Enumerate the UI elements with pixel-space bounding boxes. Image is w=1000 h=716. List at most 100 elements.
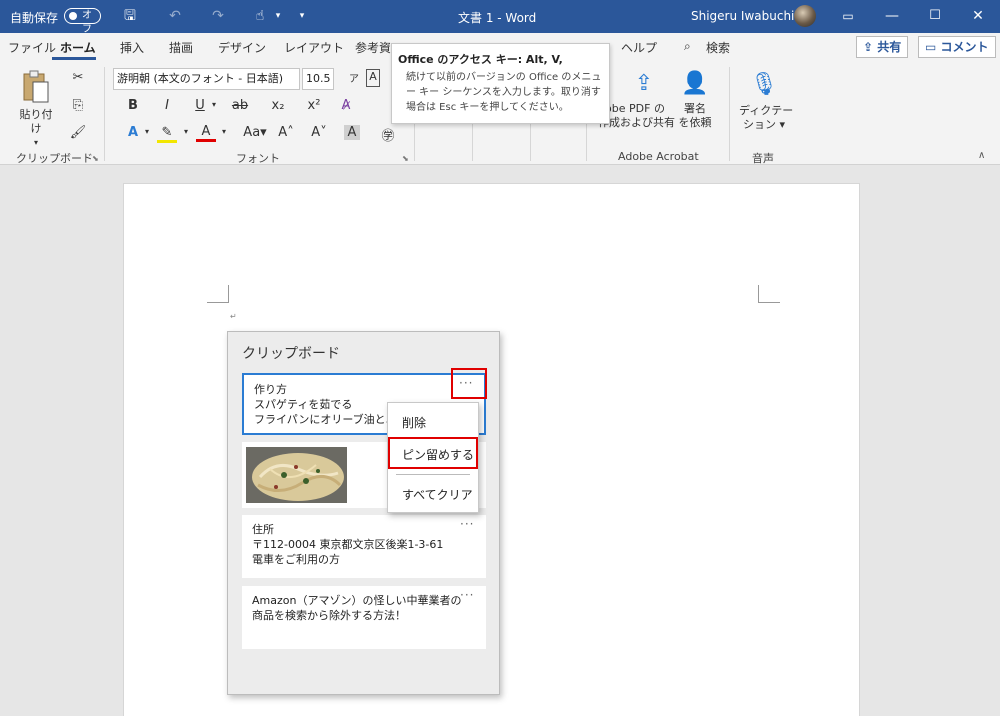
- clip-text: 電車をご利用の方: [252, 553, 340, 566]
- shrink-font-icon[interactable]: A˅: [309, 125, 329, 140]
- document-title: 文書 1 - Word: [458, 11, 537, 25]
- chevron-down-icon[interactable]: ▾: [268, 6, 288, 26]
- tab-insert[interactable]: 挿入: [120, 39, 144, 56]
- tab-help[interactable]: ヘルプ: [621, 39, 657, 56]
- tab-design[interactable]: デザイン: [218, 39, 266, 56]
- tab-references[interactable]: 参考資: [355, 39, 391, 56]
- request-signature-button[interactable]: 👤 署名 を依頼: [676, 70, 714, 130]
- tab-layout[interactable]: レイアウト: [284, 39, 344, 56]
- clip-text: 商品を検索から除外する方法！: [252, 609, 406, 622]
- margin-mark: [758, 285, 780, 303]
- share-icon: ⇪: [863, 40, 878, 54]
- font-size-combo[interactable]: 10.5: [302, 68, 334, 90]
- dictation-label-2: ション: [742, 118, 776, 131]
- signature-label-1: 署名: [684, 102, 706, 115]
- delete-menu-item[interactable]: 削除: [402, 414, 426, 431]
- italic-icon[interactable]: I: [157, 98, 177, 113]
- chevron-down-icon[interactable]: ▾: [137, 127, 157, 136]
- microphone-icon: 🎙: [750, 72, 778, 97]
- paste-button[interactable]: 貼り付け ▾: [16, 70, 56, 150]
- signature-icon: 👤: [681, 71, 709, 96]
- clip-text: 〒112-0004 東京都文京区後楽1-3-61: [252, 538, 444, 551]
- touch-mode-icon[interactable]: ☝: [250, 6, 270, 26]
- collapse-ribbon-icon[interactable]: ∧: [978, 150, 985, 161]
- font-color-icon[interactable]: A: [196, 124, 216, 142]
- save-icon[interactable]: 🖫: [120, 6, 140, 26]
- active-tab-indicator: [52, 57, 96, 60]
- superscript-icon[interactable]: x²: [304, 98, 324, 113]
- font-name-combo[interactable]: 游明朝 (本文のフォント - 日本語): [113, 68, 300, 90]
- chevron-down-icon[interactable]: ▾: [176, 127, 196, 136]
- paragraph-mark-icon: ↵: [230, 312, 237, 321]
- clip-text: 住所: [252, 523, 274, 536]
- dialog-launcher-icon[interactable]: ⬊: [92, 154, 99, 163]
- close-icon[interactable]: ✕: [968, 6, 988, 26]
- dictation-button[interactable]: 🎙 ディクテー ション ▾: [739, 70, 794, 132]
- highlight-icon[interactable]: ✎: [157, 125, 177, 143]
- search-label[interactable]: 検索: [706, 39, 730, 56]
- highlight-box: [451, 368, 487, 399]
- user-name[interactable]: Shigeru Iwabuchi: [691, 9, 794, 23]
- grow-font-icon[interactable]: A˄: [276, 125, 296, 140]
- more-options-icon[interactable]: ···: [460, 517, 474, 532]
- clear-format-icon[interactable]: A̷: [336, 98, 356, 113]
- autosave-label: 自動保存: [10, 11, 59, 25]
- customize-qat-icon[interactable]: ▾: [292, 6, 312, 26]
- subscript-icon[interactable]: x₂: [268, 98, 288, 113]
- redo-icon[interactable]: ↷: [208, 6, 228, 26]
- tooltip-body: 続けて以前のバージョンの Office のメニュー キー シーケンスを入力します…: [406, 72, 602, 113]
- dictation-label-1: ディクテー: [739, 104, 794, 117]
- char-shading-icon[interactable]: A: [344, 125, 360, 140]
- paste-label: 貼り付け: [19, 108, 53, 135]
- acrobat-group-label: Adobe Acrobat: [618, 150, 699, 163]
- clip-text: 作り方: [254, 383, 287, 396]
- minimize-icon[interactable]: —: [882, 6, 902, 26]
- pasta-image: [246, 447, 347, 503]
- highlight-box: [388, 437, 478, 469]
- clip-text: Amazon（アマゾン）の怪しい中華業者の: [252, 594, 462, 607]
- chevron-down-icon[interactable]: ▾: [214, 127, 234, 136]
- search-icon[interactable]: ⌕: [684, 39, 691, 54]
- menu-divider: [396, 474, 470, 475]
- ribbon-display-icon[interactable]: ▭: [838, 6, 858, 26]
- underline-dropdown-icon[interactable]: ▾: [204, 100, 224, 109]
- undo-icon[interactable]: ↶: [165, 6, 185, 26]
- phonetic-guide-icon[interactable]: ア: [344, 70, 364, 85]
- clipboard-item[interactable]: 住所 〒112-0004 東京都文京区後楽1-3-61 電車をご利用の方 ···: [242, 515, 486, 578]
- copy-icon[interactable]: ⎘: [68, 98, 88, 113]
- enclose-char-icon[interactable]: A: [366, 69, 380, 87]
- comment-icon: ▭: [925, 40, 941, 54]
- voice-group-label: 音声: [752, 152, 774, 165]
- format-painter-icon[interactable]: 🖌: [68, 125, 88, 140]
- tab-draw[interactable]: 描画: [169, 39, 193, 56]
- cut-icon[interactable]: ✂: [68, 70, 88, 85]
- clear-all-menu-item[interactable]: すべてクリア: [402, 486, 473, 503]
- tooltip-title: Office のアクセス キー: Alt, V,: [398, 53, 563, 66]
- title-bar: 自動保存 オフ 🖫 ↶ ↷ ☝ ▾ ▾ 文書 1 - Word Shigeru …: [0, 0, 1000, 35]
- more-options-icon[interactable]: ···: [460, 588, 474, 603]
- tab-file[interactable]: ファイル: [8, 39, 56, 56]
- clipboard-item[interactable]: Amazon（アマゾン）の怪しい中華業者の 商品を検索から除外する方法！ ···: [242, 586, 486, 649]
- share-label: 共有: [877, 40, 902, 54]
- change-case-icon[interactable]: Aa▾: [242, 125, 268, 140]
- autosave-toggle[interactable]: オフ: [64, 8, 101, 35]
- comment-button[interactable]: ▭ コメント: [918, 36, 996, 58]
- maximize-icon[interactable]: ☐: [925, 6, 945, 26]
- access-key-tooltip: Office のアクセス キー: Alt, V, 続けて以前のバージョンの Of…: [391, 43, 610, 124]
- font-group-label: フォント: [236, 152, 280, 165]
- margin-mark: [207, 285, 229, 303]
- bold-icon[interactable]: B: [123, 98, 143, 113]
- dialog-launcher-icon[interactable]: ⬊: [402, 154, 409, 163]
- clipboard-title: クリップボード: [242, 346, 340, 362]
- enclose-icon[interactable]: ㊫: [378, 125, 398, 144]
- signature-label-2: を依頼: [678, 116, 712, 129]
- clipboard-group-label: クリップボード: [16, 152, 93, 165]
- avatar[interactable]: [794, 5, 816, 27]
- share-button[interactable]: ⇪ 共有: [856, 36, 909, 58]
- font-size-value: 10.5: [306, 72, 331, 85]
- tab-home[interactable]: ホーム: [60, 39, 96, 56]
- comment-label: コメント: [940, 40, 989, 54]
- font-name-value: 游明朝 (本文のフォント - 日本語): [117, 72, 284, 85]
- strikethrough-icon[interactable]: ab: [230, 98, 250, 113]
- paste-icon: [23, 70, 49, 103]
